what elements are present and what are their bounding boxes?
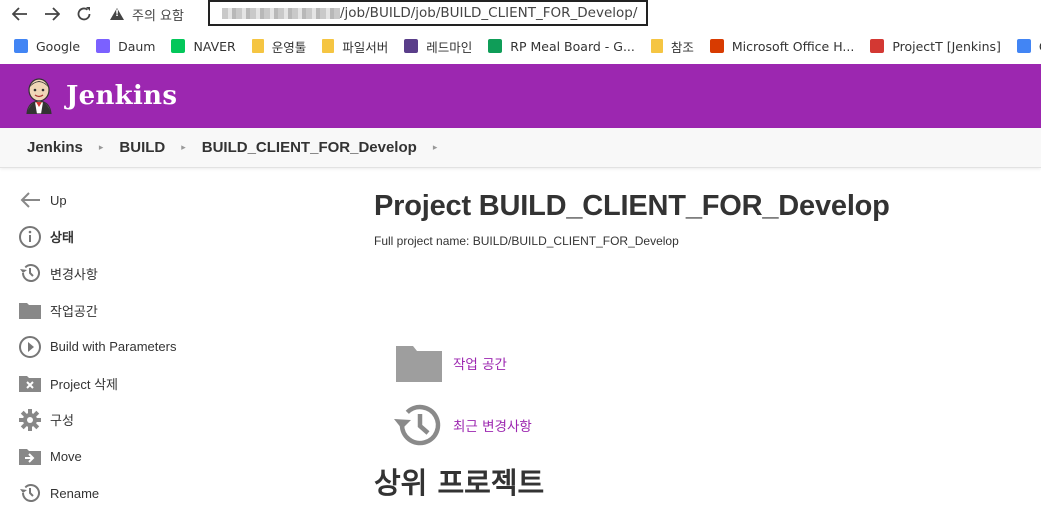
jenkins-logo[interactable] <box>24 78 54 115</box>
bookmark-label: 참조 <box>670 39 694 55</box>
bookmarks-bar: Google Daum NAVER 운영툴 파일서버 레드마인 RP Meal Board … <box>0 28 1041 64</box>
breadcrumb: Jenkins ▸ BUILD ▸ BUILD_CLIENT_FOR_Develop ▸ <box>0 128 1041 168</box>
jenkins-header: Jenkins <box>0 64 1041 128</box>
blurred-host <box>222 7 340 19</box>
sidebar-item-label: Project 삭제 <box>50 376 118 392</box>
upstream-projects-heading: 상위 프로젝트 <box>374 466 545 500</box>
breadcrumb-separator-icon[interactable]: ▸ <box>99 142 104 153</box>
jenkins-butler-icon <box>26 78 52 115</box>
bookmark-item[interactable]: 운영툴 <box>251 37 307 56</box>
breadcrumb-item[interactable]: Jenkins <box>27 139 83 156</box>
sidebar-item-build-with-parameters[interactable]: Build with Parameters <box>18 328 318 365</box>
warning-icon <box>110 8 124 20</box>
forward-button[interactable] <box>36 0 68 28</box>
arrow-left-icon <box>12 7 27 21</box>
workspace-link-row[interactable]: 작업 공간 <box>395 343 507 383</box>
main-panel: Project BUILD_CLIENT_FOR_Develop Full pr… <box>374 190 890 248</box>
sidebar-item-changes[interactable]: 변경사항 <box>18 255 318 292</box>
move-icon <box>18 444 42 468</box>
bookmark-item[interactable]: Goo <box>1016 39 1041 54</box>
bookmark-label: RP Meal Board - G... <box>510 38 635 54</box>
bookmark-item[interactable]: Daum <box>96 39 155 54</box>
breadcrumb-separator-icon[interactable]: ▸ <box>433 142 438 153</box>
delete-folder-icon <box>18 371 42 395</box>
full-project-name: Full project name: BUILD/BUILD_CLIENT_FO… <box>374 234 679 248</box>
recent-changes-link-row[interactable]: 최근 변경사항 <box>393 402 532 448</box>
office-icon <box>709 39 724 53</box>
sidebar-item-status[interactable]: 상태 <box>18 219 318 256</box>
address-bar[interactable]: /job/BUILD/job/BUILD_CLIENT_FOR_Develop/ <box>208 0 648 26</box>
sidebar-item-move[interactable]: Move <box>18 438 318 475</box>
sidebar-item-label: Up <box>50 192 67 208</box>
bookmark-label: NAVER <box>193 38 236 54</box>
folder-icon <box>650 39 663 53</box>
info-icon <box>18 225 42 249</box>
arrow-left-icon <box>18 188 42 212</box>
bookmark-item[interactable]: 참조 <box>650 37 694 56</box>
play-icon <box>18 335 42 359</box>
sidebar-item-label: Rename <box>50 485 100 501</box>
sidebar-item-rename[interactable]: Rename <box>18 475 318 510</box>
jenkins-icon <box>870 39 885 53</box>
folder-icon <box>18 298 42 322</box>
bookmark-label: 레드마인 <box>426 39 473 55</box>
bookmark-item[interactable]: 파일서버 <box>322 37 388 56</box>
back-button[interactable] <box>4 0 36 28</box>
bookmark-item[interactable]: NAVER <box>171 38 236 54</box>
redmine-icon <box>404 39 419 53</box>
jenkins-title[interactable]: Jenkins <box>66 81 177 111</box>
folder-icon <box>396 346 442 382</box>
daum-icon <box>96 39 111 53</box>
bookmark-label: ProjectT [Jenkins] <box>892 38 1001 54</box>
bookmark-item[interactable]: RP Meal Board - G... <box>488 39 635 54</box>
recent-changes-link[interactable]: 최근 변경사항 <box>453 415 532 435</box>
side-panel: Up 상태 변경사항 작업공간 Build with Parameters Pr… <box>18 182 318 510</box>
reload-button[interactable] <box>68 0 100 28</box>
history-icon <box>18 261 42 285</box>
breadcrumb-item[interactable]: BUILD_CLIENT_FOR_Develop <box>202 139 417 156</box>
bookmark-label: Microsoft Office H... <box>731 38 855 54</box>
bookmark-label: Daum <box>118 38 156 54</box>
reload-icon <box>77 7 91 21</box>
bookmark-label: Google <box>36 38 81 54</box>
url-path: /job/BUILD/job/BUILD_CLIENT_FOR_Develop/ <box>340 5 638 21</box>
browser-toolbar: 주의 요함 /job/BUILD/job/BUILD_CLIENT_FOR_De… <box>0 0 1041 28</box>
sidebar-item-configure[interactable]: 구성 <box>18 402 318 439</box>
bookmark-item[interactable]: Microsoft Office H... <box>709 38 855 54</box>
sidebar-item-label: 변경사항 <box>50 266 98 282</box>
bookmark-label: 파일서버 <box>342 39 389 55</box>
arrow-right-icon <box>45 7 60 21</box>
gear-icon <box>18 408 42 432</box>
folder-icon <box>251 39 264 53</box>
breadcrumb-separator-icon[interactable]: ▸ <box>181 142 186 153</box>
google-icon <box>14 39 28 53</box>
bookmark-item[interactable]: 레드마인 <box>404 37 472 56</box>
security-indicator[interactable]: 주의 요함 <box>110 5 184 24</box>
history-icon <box>394 404 441 446</box>
breadcrumb-item[interactable]: BUILD <box>119 139 165 156</box>
sidebar-item-label: Move <box>50 448 82 464</box>
bookmark-item[interactable]: ProjectT [Jenkins] <box>870 39 1001 54</box>
sidebar-item-label: 상태 <box>50 230 74 246</box>
sidebar-item-label: 구성 <box>50 413 74 429</box>
naver-icon <box>171 39 186 53</box>
bookmark-label: 운영툴 <box>271 39 307 55</box>
sidebar-item-label: Build with Parameters <box>50 339 177 355</box>
security-label: 주의 요함 <box>132 8 184 24</box>
workspace-link[interactable]: 작업 공간 <box>453 353 507 373</box>
page-title: Project BUILD_CLIENT_FOR_Develop <box>374 190 890 222</box>
sidebar-item-workspace[interactable]: 작업공간 <box>18 292 318 329</box>
google-translate-icon <box>1016 39 1031 53</box>
rename-icon <box>18 481 42 505</box>
sidebar-item-delete-project[interactable]: Project 삭제 <box>18 365 318 402</box>
folder-icon <box>322 39 335 53</box>
sidebar-item-up[interactable]: Up <box>18 182 318 219</box>
bookmark-item[interactable]: Google <box>14 39 80 54</box>
sidebar-item-label: 작업공간 <box>50 303 98 319</box>
sheets-icon <box>488 39 503 53</box>
